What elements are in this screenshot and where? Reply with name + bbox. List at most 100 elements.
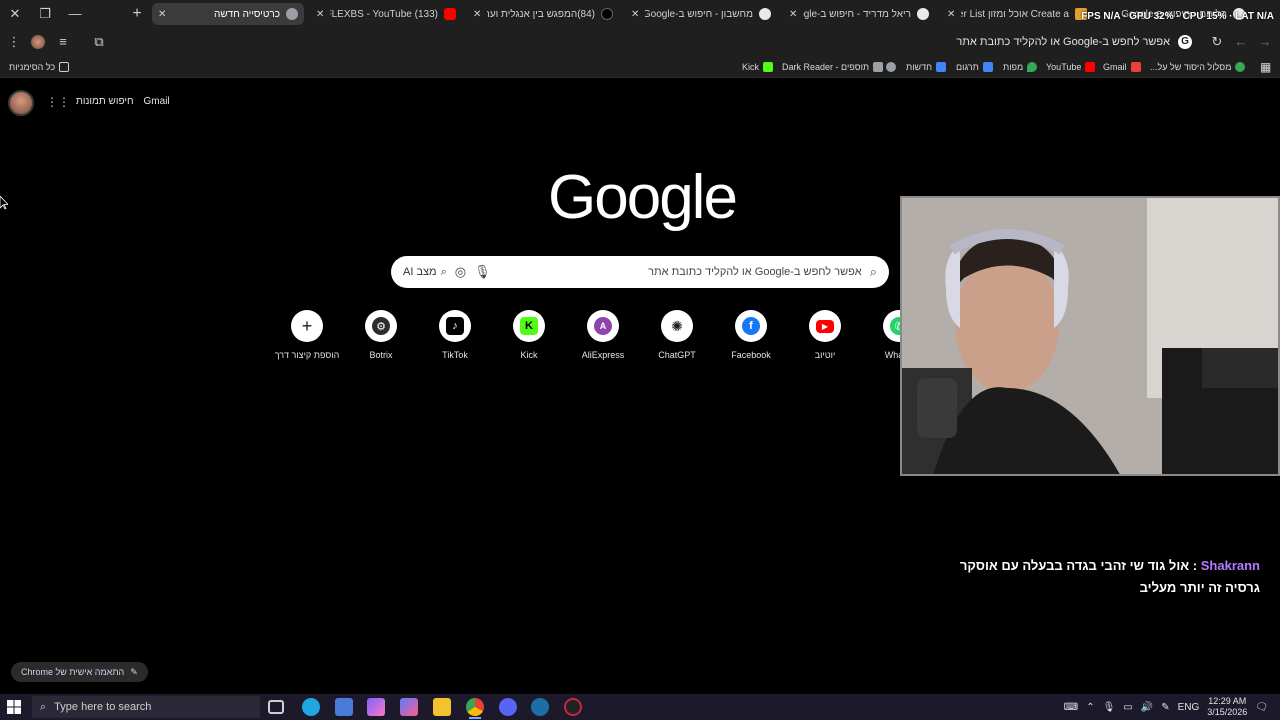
search-icon: ⌕: [869, 264, 877, 279]
task-view-icon[interactable]: [268, 700, 284, 714]
copilot-icon[interactable]: [367, 698, 385, 716]
shortcut-facebook[interactable]: f Facebook: [714, 310, 788, 360]
tab-title: כרטיסייה חדשה: [214, 8, 280, 20]
bookmark-youtube[interactable]: YouTube: [1046, 59, 1096, 75]
shortcut-add[interactable]: + הוספת קיצור דרך: [270, 310, 344, 360]
minimize-window-icon[interactable]: —: [64, 4, 86, 24]
chat-separator: :: [1192, 558, 1198, 573]
bookmark-news[interactable]: חדשות: [906, 59, 947, 75]
aliexpress-icon: A: [594, 317, 612, 335]
ai-mode-label: מצב AI: [403, 266, 437, 278]
search-input[interactable]: אפשר לחפש ב-Google או להקליד כתובת אתר: [499, 266, 862, 278]
shortcut-aliexpress[interactable]: A AliExpress: [566, 310, 640, 360]
tab-tiktok[interactable]: (84)המפגש בין אנגלית וערבית ✕: [467, 3, 619, 25]
microphone-icon[interactable]: 🎙: [1103, 702, 1116, 713]
gmail-link[interactable]: Gmail: [144, 96, 170, 107]
apps-grid-icon[interactable]: ▦: [1260, 59, 1271, 75]
bookmark-kick[interactable]: Kick: [742, 59, 774, 75]
keyboard-icon[interactable]: ⌨: [1064, 702, 1078, 713]
shortcut-botrix[interactable]: ⚙ Botrix: [344, 310, 418, 360]
close-tab-icon[interactable]: ✕: [158, 9, 166, 20]
show-hidden-icons-icon[interactable]: ⌃: [1086, 702, 1094, 713]
clock[interactable]: 12:29 AM 3/15/2026: [1207, 696, 1247, 718]
shortcut-tile: f: [735, 310, 767, 342]
store-icon[interactable]: [335, 698, 353, 716]
office-icon[interactable]: [400, 698, 418, 716]
add-icon: +: [301, 315, 313, 336]
clock-date: 3/15/2026: [1207, 707, 1248, 717]
new-tab-button[interactable]: +: [126, 4, 148, 24]
file-explorer-icon[interactable]: [433, 698, 451, 716]
close-tab-icon[interactable]: ✕: [473, 9, 481, 20]
volume-icon[interactable]: 🔊: [1141, 702, 1153, 713]
shortcut-whatsapp[interactable]: ✆ What...: [862, 310, 900, 360]
shortcut-tile: ✺: [661, 310, 693, 342]
address-bar[interactable]: G אפשר לחפש ב-Google או להקליד כתובת אתר: [115, 31, 1200, 53]
bookmark-gmail[interactable]: Gmail: [1103, 59, 1141, 75]
pen-icon[interactable]: ✎: [1161, 702, 1169, 713]
bookmark-label: מסלול היסוד של על...: [1150, 62, 1232, 72]
customize-chrome-button[interactable]: ✎ התאמה אישית של Chrome: [11, 662, 148, 682]
youtube-icon: [444, 8, 456, 20]
obs-icon[interactable]: [564, 698, 582, 716]
tab-calculator-search[interactable]: מחשבון - חיפוש ב-Google ✕: [625, 3, 777, 25]
language-indicator[interactable]: ENG: [1178, 702, 1200, 713]
bookmark-translate[interactable]: תרגום: [956, 59, 993, 75]
close-tab-icon[interactable]: ✕: [631, 9, 639, 20]
shortcut-kick[interactable]: K Kick: [492, 310, 566, 360]
extensions-icon[interactable]: ⧉: [91, 34, 107, 50]
profile-avatar[interactable]: [31, 35, 45, 49]
youtube-icon: ▶: [816, 319, 834, 333]
search-box[interactable]: ⌕ אפשר לחפש ב-Google או להקליד כתובת אתר…: [391, 256, 889, 288]
bookmark-label: Gmail: [1103, 62, 1127, 72]
chrome-icon[interactable]: [466, 698, 484, 719]
tiktok-icon: [601, 8, 613, 20]
shortcut-tile: ♪: [439, 310, 471, 342]
close-tab-icon[interactable]: ✕: [947, 9, 955, 20]
images-link[interactable]: חיפוש תמונות: [76, 96, 134, 107]
google-lens-icon[interactable]: ◎: [455, 264, 466, 280]
close-tab-icon[interactable]: ✕: [789, 9, 797, 20]
shortcut-youtube[interactable]: ▶ יוטיוב: [788, 310, 862, 360]
shortcut-chatgpt[interactable]: ✺ ChatGPT: [640, 310, 714, 360]
tab-tier-list[interactable]: Create a אוכל ומזון Tier List ✕: [941, 3, 1093, 25]
tab-real-madrid-search[interactable]: ריאל מדריד - חיפוש ב-Google ✕: [783, 3, 935, 25]
restore-window-icon[interactable]: ❐: [34, 4, 56, 24]
windows-start-icon[interactable]: [6, 699, 22, 715]
mouse-cursor-icon: [0, 196, 8, 210]
taskbar-search-placeholder: Type here to search: [54, 701, 152, 713]
back-icon[interactable]: →: [1257, 34, 1273, 50]
close-window-icon[interactable]: ✕: [4, 4, 26, 24]
tab-new-tab[interactable]: כרטיסייה חדשה ✕: [152, 3, 304, 25]
reload-icon[interactable]: ↻: [1209, 34, 1225, 50]
network-icon[interactable]: ▭: [1123, 702, 1132, 713]
tab-youtube[interactable]: (133) FLEXBS - YouTube ✕: [310, 3, 462, 25]
media-controls-icon[interactable]: ≡: [55, 34, 71, 50]
youtube-icon: [1085, 62, 1096, 72]
tab-title: (133) FLEXBS - YouTube: [330, 8, 438, 20]
shortcut-tiktok[interactable]: ♪ TikTok: [418, 310, 492, 360]
notifications-icon[interactable]: 🗨: [1255, 702, 1268, 713]
performance-overlay: FPS N/A · GPU 32% · CPU 15% · LAT N/A: [1081, 11, 1274, 22]
bookmark-maps[interactable]: מפות: [1003, 59, 1038, 75]
account-avatar[interactable]: [8, 90, 34, 116]
close-tab-icon[interactable]: ✕: [316, 9, 324, 20]
all-bookmarks[interactable]: כל הסימניות: [9, 59, 70, 75]
forward-icon[interactable]: ←: [1233, 34, 1249, 50]
ai-mode-icon: ⌕: [440, 265, 447, 278]
bookmark-item[interactable]: מסלול היסוד של על...: [1150, 59, 1246, 75]
menu-icon[interactable]: ⋮: [6, 34, 22, 50]
voice-search-icon[interactable]: 🎙: [474, 264, 491, 280]
shortcut-label: What...: [884, 350, 900, 360]
ai-mode-button[interactable]: ⌕ מצב AI: [403, 266, 447, 279]
bookmark-globe[interactable]: [886, 59, 896, 75]
ntp-header-links: חיפוש תמונות Gmail: [76, 96, 170, 107]
edge-icon[interactable]: [302, 698, 320, 716]
taskbar-search-box[interactable]: ⌕ Type here to search: [32, 696, 260, 718]
search-icon: ⌕: [40, 700, 47, 713]
steam-icon[interactable]: [531, 698, 549, 716]
google-apps-icon[interactable]: ⋮⋮: [46, 95, 70, 109]
discord-icon[interactable]: [499, 698, 517, 716]
shortcut-label: Botrix: [369, 350, 393, 360]
bookmark-dark-reader[interactable]: תוספים - Dark Reader: [782, 59, 884, 75]
